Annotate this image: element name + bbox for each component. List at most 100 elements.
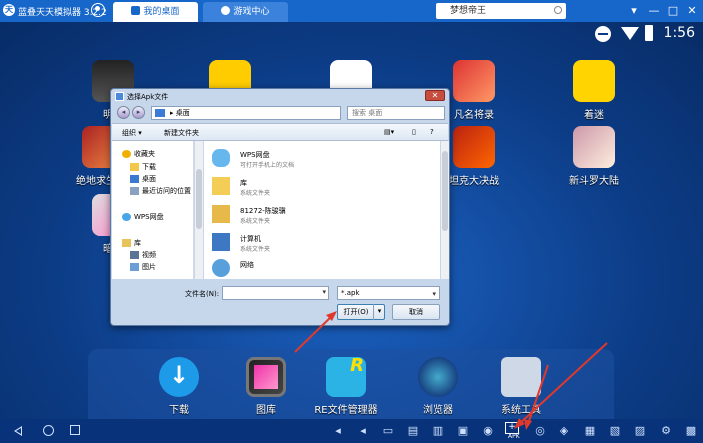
desktop-icon xyxy=(130,175,139,183)
filename-input[interactable] xyxy=(222,286,329,300)
open-dropdown-arrow[interactable]: ▾ xyxy=(373,304,385,320)
apk-label: APK xyxy=(508,433,520,440)
system-tools-icon xyxy=(501,357,541,397)
preview-pane-icon[interactable]: ▯ xyxy=(412,128,416,136)
browser-icon xyxy=(418,357,458,397)
file-list: WPS网盘 可打开手机上的文档 库系统文件夹 81272-陈骏骥 系统文件夹 计算机… xyxy=(204,141,440,279)
app-zhaomi[interactable]: 着迷 xyxy=(558,60,630,121)
sidebar-item-libraries[interactable]: 库 xyxy=(122,238,141,248)
recent-places-icon xyxy=(130,187,139,195)
cloud-drive-icon xyxy=(212,149,230,167)
settings-icon[interactable]: ⚙ xyxy=(658,423,674,439)
filetype-select[interactable]: *.apk xyxy=(337,286,440,300)
back-icon[interactable] xyxy=(14,426,22,436)
sidebar-item-desktop[interactable]: 桌面 xyxy=(130,174,156,184)
sidebar-scrollbar[interactable] xyxy=(195,141,203,279)
dialog-app-icon xyxy=(115,92,124,101)
do-not-disturb-icon xyxy=(595,26,611,42)
close-window-button[interactable]: ✕ xyxy=(683,2,701,20)
title-bar: 天 蓝叠天天模拟器 3.2.2 我的桌面 游戏中心 梦想帝王 ▾ — □ ✕ xyxy=(0,0,703,22)
dock-gallery[interactable]: 图库 xyxy=(230,357,302,416)
screenshot-icon[interactable]: ▣ xyxy=(455,423,471,439)
dock-browser[interactable]: 浏览器 xyxy=(402,357,474,416)
sidebar-item-pictures[interactable]: 图片 xyxy=(130,262,156,272)
address-bar[interactable]: ▸ 桌面 xyxy=(151,106,341,120)
keyboard-icon[interactable]: ▭ xyxy=(380,423,396,439)
user-account-icon[interactable] xyxy=(91,3,105,17)
volume-up-icon[interactable]: ◂ xyxy=(355,423,371,439)
organize-menu[interactable]: 组织 ▾ xyxy=(122,128,142,138)
hero-game-icon xyxy=(453,60,495,102)
library-icon xyxy=(122,239,131,247)
address-row: ◂ ▸ ▸ 桌面 搜索 桌面 xyxy=(115,105,445,121)
dialog-toolbar: 组织 ▾ 新建文件夹 ▤▾ ▯ ? xyxy=(112,123,448,141)
tab-my-desktop[interactable]: 我的桌面 xyxy=(113,2,198,22)
library-folder-icon xyxy=(212,177,230,195)
app-logo-icon: 天 xyxy=(3,4,15,16)
file-list-scrollbar[interactable] xyxy=(441,141,449,279)
bottom-toolbar: ◂ ◂ ▭ ▤ ▥ ▣ ◉ + APK ◎ ◈ ▦ ▧ ▨ ⚙ ▩ xyxy=(0,419,703,443)
gallery-icon xyxy=(246,357,286,397)
game-tab-icon xyxy=(221,6,231,15)
sidebar-item-downloads[interactable]: 下载 xyxy=(130,162,156,172)
forward-nav-button[interactable]: ▸ xyxy=(132,106,145,119)
recent-apps-icon[interactable] xyxy=(70,425,80,435)
minimize-button[interactable]: — xyxy=(645,2,663,20)
dock-system-tools[interactable]: 系统工具 xyxy=(485,357,557,416)
sidebar-item-favorites[interactable]: 收藏夹 xyxy=(122,149,155,159)
view-options-icon[interactable]: ▤▾ xyxy=(384,128,394,136)
scroll-thumb[interactable] xyxy=(442,151,448,231)
re-file-manager-icon xyxy=(326,355,366,397)
dialog-title: 选择Apk文件 xyxy=(127,93,169,101)
star-icon xyxy=(122,150,131,158)
search-input[interactable]: 梦想帝王 xyxy=(436,3,566,19)
share-icon[interactable]: ◈ xyxy=(556,423,572,439)
new-folder-button[interactable]: 新建文件夹 xyxy=(164,128,199,138)
video-icon xyxy=(130,251,139,259)
filename-label: 文件名(N): xyxy=(185,290,220,298)
dock-download[interactable]: 下载 xyxy=(143,357,215,416)
dialog-search-input[interactable]: 搜索 桌面 xyxy=(347,106,445,120)
sidebar-item-wps-cloud[interactable]: WPS网盘 xyxy=(122,212,164,222)
user-folder-icon xyxy=(212,205,230,223)
battery-icon xyxy=(645,25,653,41)
computer-icon xyxy=(212,233,230,251)
navigation-pane: 收藏夹 下载 桌面 最近访问的位置 WPS网盘 库 视频 图片 xyxy=(112,141,194,279)
volume-down-icon[interactable]: ◂ xyxy=(330,423,346,439)
sync-icon[interactable]: ▦ xyxy=(582,423,598,439)
maximize-button[interactable]: □ xyxy=(664,2,682,20)
fullscreen-icon[interactable]: ▨ xyxy=(632,423,648,439)
wifi-icon xyxy=(621,27,639,40)
sidebar-item-videos[interactable]: 视频 xyxy=(130,250,156,260)
status-time: 1:56 xyxy=(663,25,695,41)
desktop-folder-icon xyxy=(155,109,165,117)
cloud-icon xyxy=(122,213,131,221)
home-icon[interactable] xyxy=(43,425,54,436)
app-douluo[interactable]: 新斗罗大陆 xyxy=(558,126,630,187)
tank-game-icon xyxy=(453,126,495,168)
menu-dropdown-button[interactable]: ▾ xyxy=(625,2,643,20)
more-icon[interactable]: ▩ xyxy=(683,423,699,439)
search-icon[interactable] xyxy=(554,6,562,14)
desktop-tab-icon xyxy=(131,6,141,15)
sidebar-item-recent[interactable]: 最近访问的位置 xyxy=(130,186,191,196)
help-icon[interactable]: ? xyxy=(430,128,434,136)
chicken-app-icon xyxy=(573,60,615,102)
tab-game-center[interactable]: 游戏中心 xyxy=(203,2,288,22)
download-icon xyxy=(159,357,199,397)
picture-icon xyxy=(130,263,139,271)
location-icon[interactable]: ◎ xyxy=(532,423,548,439)
rotate-icon[interactable]: ▧ xyxy=(607,423,623,439)
folder-icon[interactable]: ▤ xyxy=(405,423,421,439)
network-icon xyxy=(212,259,230,277)
select-apk-dialog: 选择Apk文件 ✕ ◂ ▸ ▸ 桌面 搜索 桌面 组织 ▾ 新建文件夹 ▤▾ ▯… xyxy=(110,88,450,326)
back-nav-button[interactable]: ◂ xyxy=(117,106,130,119)
scroll-thumb[interactable] xyxy=(196,169,202,229)
douluo-icon xyxy=(573,126,615,168)
shake-icon[interactable]: ◉ xyxy=(480,423,496,439)
dock-re-file-manager[interactable]: RE文件管理器 xyxy=(310,355,382,416)
cancel-button[interactable]: 取消 xyxy=(392,304,440,320)
dialog-close-button[interactable]: ✕ xyxy=(425,90,445,101)
folder-icon xyxy=(130,163,139,171)
trash-icon[interactable]: ▥ xyxy=(430,423,446,439)
